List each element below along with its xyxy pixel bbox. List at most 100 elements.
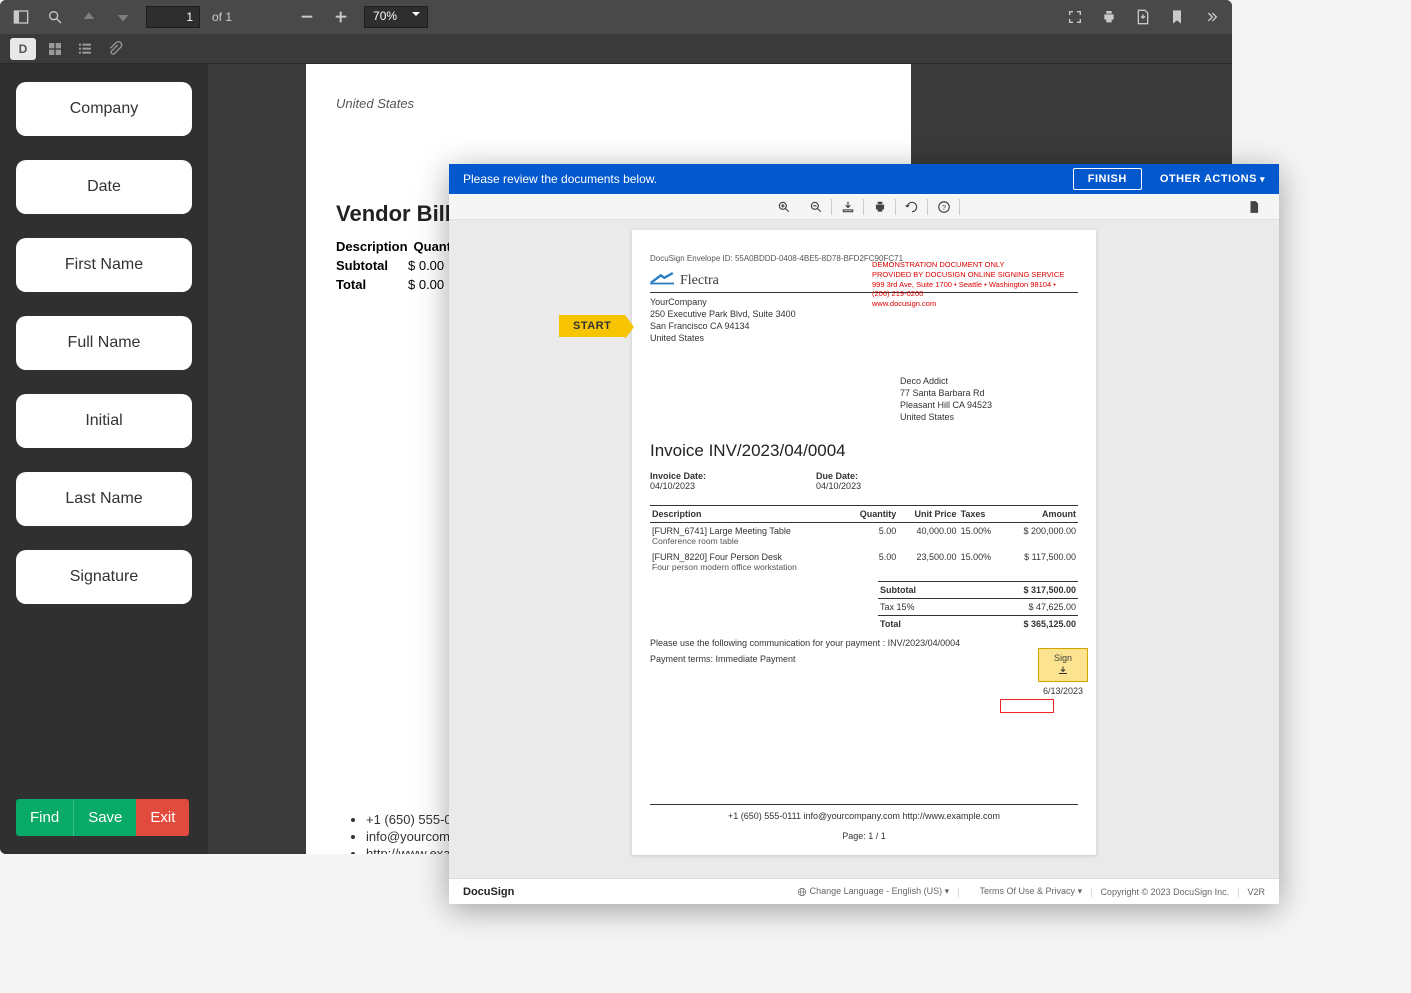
page-number-input[interactable]	[146, 6, 200, 28]
docusign-logo: DocuSign	[463, 886, 514, 898]
to-addr2: Pleasant Hill CA 94523	[900, 399, 1078, 411]
brand-name: Flectra	[680, 273, 719, 289]
line-tax: 15.00%	[959, 549, 1004, 575]
docusign-toolbar: ?	[449, 194, 1279, 220]
review-message: Please review the documents below.	[463, 172, 1073, 186]
find-button[interactable]: Find	[16, 799, 73, 836]
payment-communication: Please use the following communication f…	[650, 638, 1078, 648]
invoice-date-value: 04/10/2023	[650, 481, 695, 491]
zoom-out-icon[interactable]	[801, 195, 831, 219]
more-icon[interactable]	[1200, 6, 1222, 28]
docusign-body[interactable]: START DocuSign Envelope ID: 55A0BDDD-040…	[449, 220, 1279, 878]
page-up-icon[interactable]	[78, 6, 100, 28]
required-field-marker[interactable]	[1000, 699, 1054, 713]
page-down-icon[interactable]	[112, 6, 134, 28]
th-amount: Amount	[1004, 506, 1078, 523]
download-icon[interactable]	[833, 195, 863, 219]
line-name: [FURN_8220] Four Person Desk	[652, 552, 843, 562]
list-view-icon[interactable]	[74, 38, 96, 60]
total-label: Total	[336, 277, 390, 292]
sidebar-toggle-icon[interactable]	[10, 6, 32, 28]
total-value: $ 365,125.00	[1023, 619, 1076, 629]
document-icon[interactable]	[1239, 195, 1269, 219]
total-label: Total	[880, 619, 901, 629]
subtotal-label: Subtotal	[336, 258, 390, 273]
finish-button[interactable]: FINISH	[1073, 168, 1142, 190]
subtotal-value: $ 317,500.00	[1023, 585, 1076, 595]
line-amount: $ 117,500.00	[1004, 549, 1078, 575]
invoice-date-label: Invoice Date:	[650, 471, 706, 481]
line-unit: 40,000.00	[898, 523, 958, 550]
line-tax: 15.00%	[959, 523, 1004, 550]
other-actions-dropdown[interactable]: OTHER ACTIONS	[1160, 173, 1265, 185]
field-chip-full-name[interactable]: Full Name	[16, 316, 192, 370]
subtotal-label: Subtotal	[880, 585, 916, 595]
field-chip-initial[interactable]: Initial	[16, 394, 192, 448]
due-date-label: Due Date:	[816, 471, 861, 481]
docusign-header: Please review the documents below. FINIS…	[449, 164, 1279, 194]
svg-text:?: ?	[942, 202, 946, 211]
demo-line-link: www.docusign.com	[872, 299, 1072, 309]
help-icon[interactable]: ?	[929, 195, 959, 219]
rotate-icon[interactable]	[897, 195, 927, 219]
field-chip-signature[interactable]: Signature	[16, 550, 192, 604]
grid-view-icon[interactable]	[44, 38, 66, 60]
search-icon[interactable]	[44, 6, 66, 28]
due-date-value: 04/10/2023	[816, 481, 861, 491]
d-badge: D	[10, 38, 36, 60]
payment-terms: Payment terms: Immediate Payment	[650, 654, 1078, 664]
tax-label: Tax 15%	[880, 602, 915, 612]
attachment-icon[interactable]	[104, 38, 126, 60]
copyright-text: Copyright © 2023 DocuSign Inc.	[1100, 887, 1229, 897]
print-icon[interactable]	[865, 195, 895, 219]
from-addr2: San Francisco CA 94134	[650, 320, 1078, 332]
th-taxes: Taxes	[959, 506, 1004, 523]
invoice-totals: Subtotal$ 317,500.00 Tax 15%$ 47,625.00 …	[878, 581, 1078, 632]
line-qty: 5.00	[845, 523, 898, 550]
terms-link[interactable]: Terms Of Use & Privacy ▾	[980, 886, 1083, 897]
sign-here-tag[interactable]: Sign	[1038, 648, 1088, 682]
line-qty: 5.00	[845, 549, 898, 575]
pdf-toolbar: of 1 70%	[0, 0, 1232, 34]
download-icon[interactable]	[1132, 6, 1154, 28]
flectra-logo-icon	[650, 271, 674, 290]
zoom-select[interactable]: 70%	[364, 6, 428, 28]
save-button[interactable]: Save	[73, 799, 136, 836]
tax-value: $ 47,625.00	[1028, 602, 1076, 612]
docusign-document: DocuSign Envelope ID: 55A0BDDD-0408-4BE5…	[632, 230, 1096, 855]
line-unit: 23,500.00	[898, 549, 958, 575]
demo-watermark: DEMONSTRATION DOCUMENT ONLY PROVIDED BY …	[872, 260, 1072, 309]
doc-footer-contacts: +1 (650) 555-0111 info@yourcompany.com h…	[650, 811, 1078, 821]
secondary-toolbar: D	[0, 34, 1232, 64]
invoice-table: Description Quantity Unit Price Taxes Am…	[650, 505, 1078, 575]
table-row: [FURN_6741] Large Meeting TableConferenc…	[650, 523, 1078, 550]
line-amount: $ 200,000.00	[1004, 523, 1078, 550]
print-icon[interactable]	[1098, 6, 1120, 28]
th-quantity: Quantity	[845, 506, 898, 523]
zoom-in-icon[interactable]	[330, 6, 352, 28]
exit-button[interactable]: Exit	[136, 799, 189, 836]
total-value: $ 0.00	[408, 277, 444, 292]
field-chip-date[interactable]: Date	[16, 160, 192, 214]
field-chip-last-name[interactable]: Last Name	[16, 472, 192, 526]
th-unit-price: Unit Price	[898, 506, 958, 523]
demo-line-2: PROVIDED BY DOCUSIGN ONLINE SIGNING SERV…	[872, 270, 1072, 280]
start-flag[interactable]: START	[559, 315, 625, 337]
to-name: Deco Addict	[900, 375, 1078, 387]
docusign-footer: DocuSign Change Language - English (US) …	[449, 878, 1279, 904]
field-chip-company[interactable]: Company	[16, 82, 192, 136]
table-row: [FURN_8220] Four Person DeskFour person …	[650, 549, 1078, 575]
bookmark-icon[interactable]	[1166, 6, 1188, 28]
zoom-in-icon[interactable]	[769, 195, 799, 219]
from-addr1: 250 Executive Park Blvd, Suite 3400	[650, 308, 1078, 320]
fullscreen-icon[interactable]	[1064, 6, 1086, 28]
field-chip-first-name[interactable]: First Name	[16, 238, 192, 292]
version-text: V2R	[1247, 887, 1265, 897]
line-name: [FURN_6741] Large Meeting Table	[652, 526, 843, 536]
col-description: Description	[336, 239, 408, 254]
subtotal-value: $ 0.00	[408, 258, 444, 273]
sign-label: Sign	[1045, 653, 1081, 663]
zoom-out-icon[interactable]	[296, 6, 318, 28]
docusign-window: Please review the documents below. FINIS…	[449, 164, 1279, 904]
change-language-link[interactable]: Change Language - English (US) ▾	[797, 886, 950, 897]
